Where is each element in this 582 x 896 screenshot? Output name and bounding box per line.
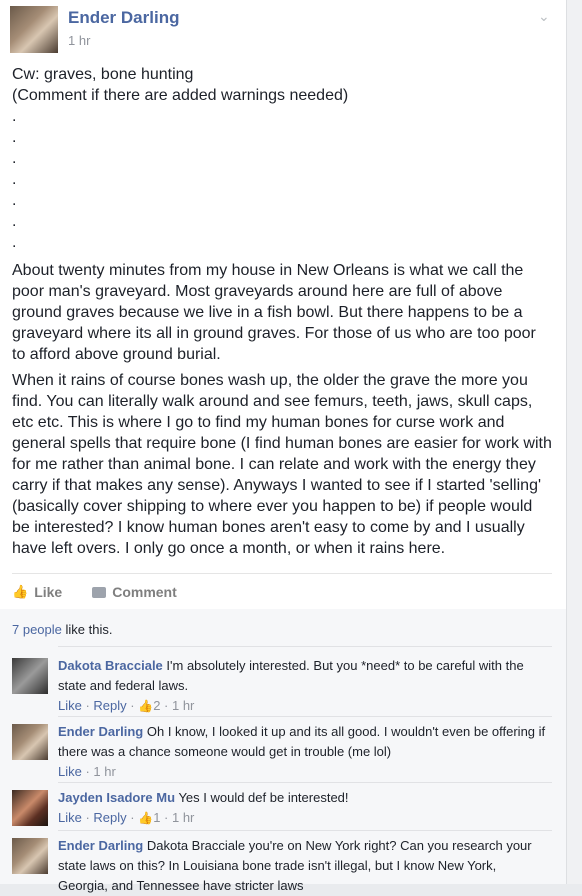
likes-suffix: like this. <box>61 622 113 637</box>
commenter-name[interactable]: Ender Darling <box>58 724 143 739</box>
post-dot: . <box>12 171 17 188</box>
post-dot: . <box>12 108 17 125</box>
commenter-avatar[interactable] <box>12 724 48 760</box>
comment-body: Ender Darling Dakota Bracciale you're on… <box>58 836 548 896</box>
post-line: Cw: graves, bone hunting <box>12 66 194 83</box>
like-label: Like <box>34 584 63 600</box>
commenter-avatar[interactable] <box>12 838 48 874</box>
comment-divider <box>58 830 552 831</box>
comment-divider <box>58 716 552 717</box>
comment-like-count[interactable]: 1 <box>153 810 160 825</box>
post-body: Cw: graves, bone hunting (Comment if the… <box>12 64 552 559</box>
comment-text: Yes I would def be interested! <box>178 790 349 805</box>
post-dot: . <box>12 129 17 146</box>
comment-meta: Like · Reply · 👍2 · 1 hr <box>58 698 195 713</box>
post-dot: . <box>12 234 17 251</box>
comment-divider <box>58 646 552 647</box>
commenter-avatar[interactable] <box>12 790 48 826</box>
commenter-avatar[interactable] <box>12 658 48 694</box>
comment-reply-link[interactable]: Reply <box>93 698 126 713</box>
post-actions: 👍 Like Comment <box>12 581 177 603</box>
comment-meta: Like · 1 hr <box>58 764 116 779</box>
post-dot: . <box>12 192 17 209</box>
post-paragraph: About twenty minutes from my house in Ne… <box>12 262 536 363</box>
commenter-name[interactable]: Dakota Bracciale <box>58 658 163 673</box>
comment-button[interactable]: Comment <box>92 584 177 600</box>
comment-divider <box>58 782 552 783</box>
thumbs-up-icon: 👍 <box>138 811 154 825</box>
commenter-name[interactable]: Ender Darling <box>58 838 143 853</box>
commenter-name[interactable]: Jayden Isadore Mu <box>58 790 175 805</box>
comment-body: Dakota Bracciale I'm absolutely interest… <box>58 656 548 716</box>
post-dot: . <box>12 150 17 167</box>
chevron-down-icon[interactable]: ⌄ <box>538 8 550 25</box>
thumbs-up-icon: 👍 <box>138 699 154 713</box>
comment-like-link[interactable]: Like <box>58 764 82 779</box>
post-dot: . <box>12 213 17 230</box>
post-timestamp[interactable]: 1 hr <box>68 33 90 48</box>
speech-bubble-icon <box>92 586 107 598</box>
comment-like-link[interactable]: Like <box>58 698 82 713</box>
thumbs-up-icon: 👍 <box>12 584 29 599</box>
likes-summary: 7 people like this. <box>12 622 112 637</box>
scroll-gutter <box>567 0 582 884</box>
comment-meta: Like · Reply · 👍1 · 1 hr <box>58 810 195 825</box>
comment-time[interactable]: 1 hr <box>93 764 115 779</box>
divider <box>12 573 552 574</box>
comment-body: Ender Darling Oh I know, I looked it up … <box>58 722 548 782</box>
author-name[interactable]: Ender Darling <box>68 8 179 28</box>
comment-reply-link[interactable]: Reply <box>93 810 126 825</box>
like-button[interactable]: 👍 Like <box>12 584 62 600</box>
post-card: Ender Darling 1 hr ⌄ Cw: graves, bone hu… <box>0 0 567 893</box>
comment-like-link[interactable]: Like <box>58 810 82 825</box>
comment-body: Jayden Isadore Mu Yes I would def be int… <box>58 788 548 828</box>
comment-label: Comment <box>112 584 177 600</box>
post-line: (Comment if there are added warnings nee… <box>12 87 349 104</box>
comment-time[interactable]: 1 hr <box>172 698 194 713</box>
author-avatar[interactable] <box>10 6 58 53</box>
likes-count-link[interactable]: 7 people <box>12 622 62 637</box>
comment-like-count[interactable]: 2 <box>153 698 160 713</box>
post-paragraph: When it rains of course bones wash up, t… <box>12 372 552 557</box>
comment-time[interactable]: 1 hr <box>172 810 194 825</box>
